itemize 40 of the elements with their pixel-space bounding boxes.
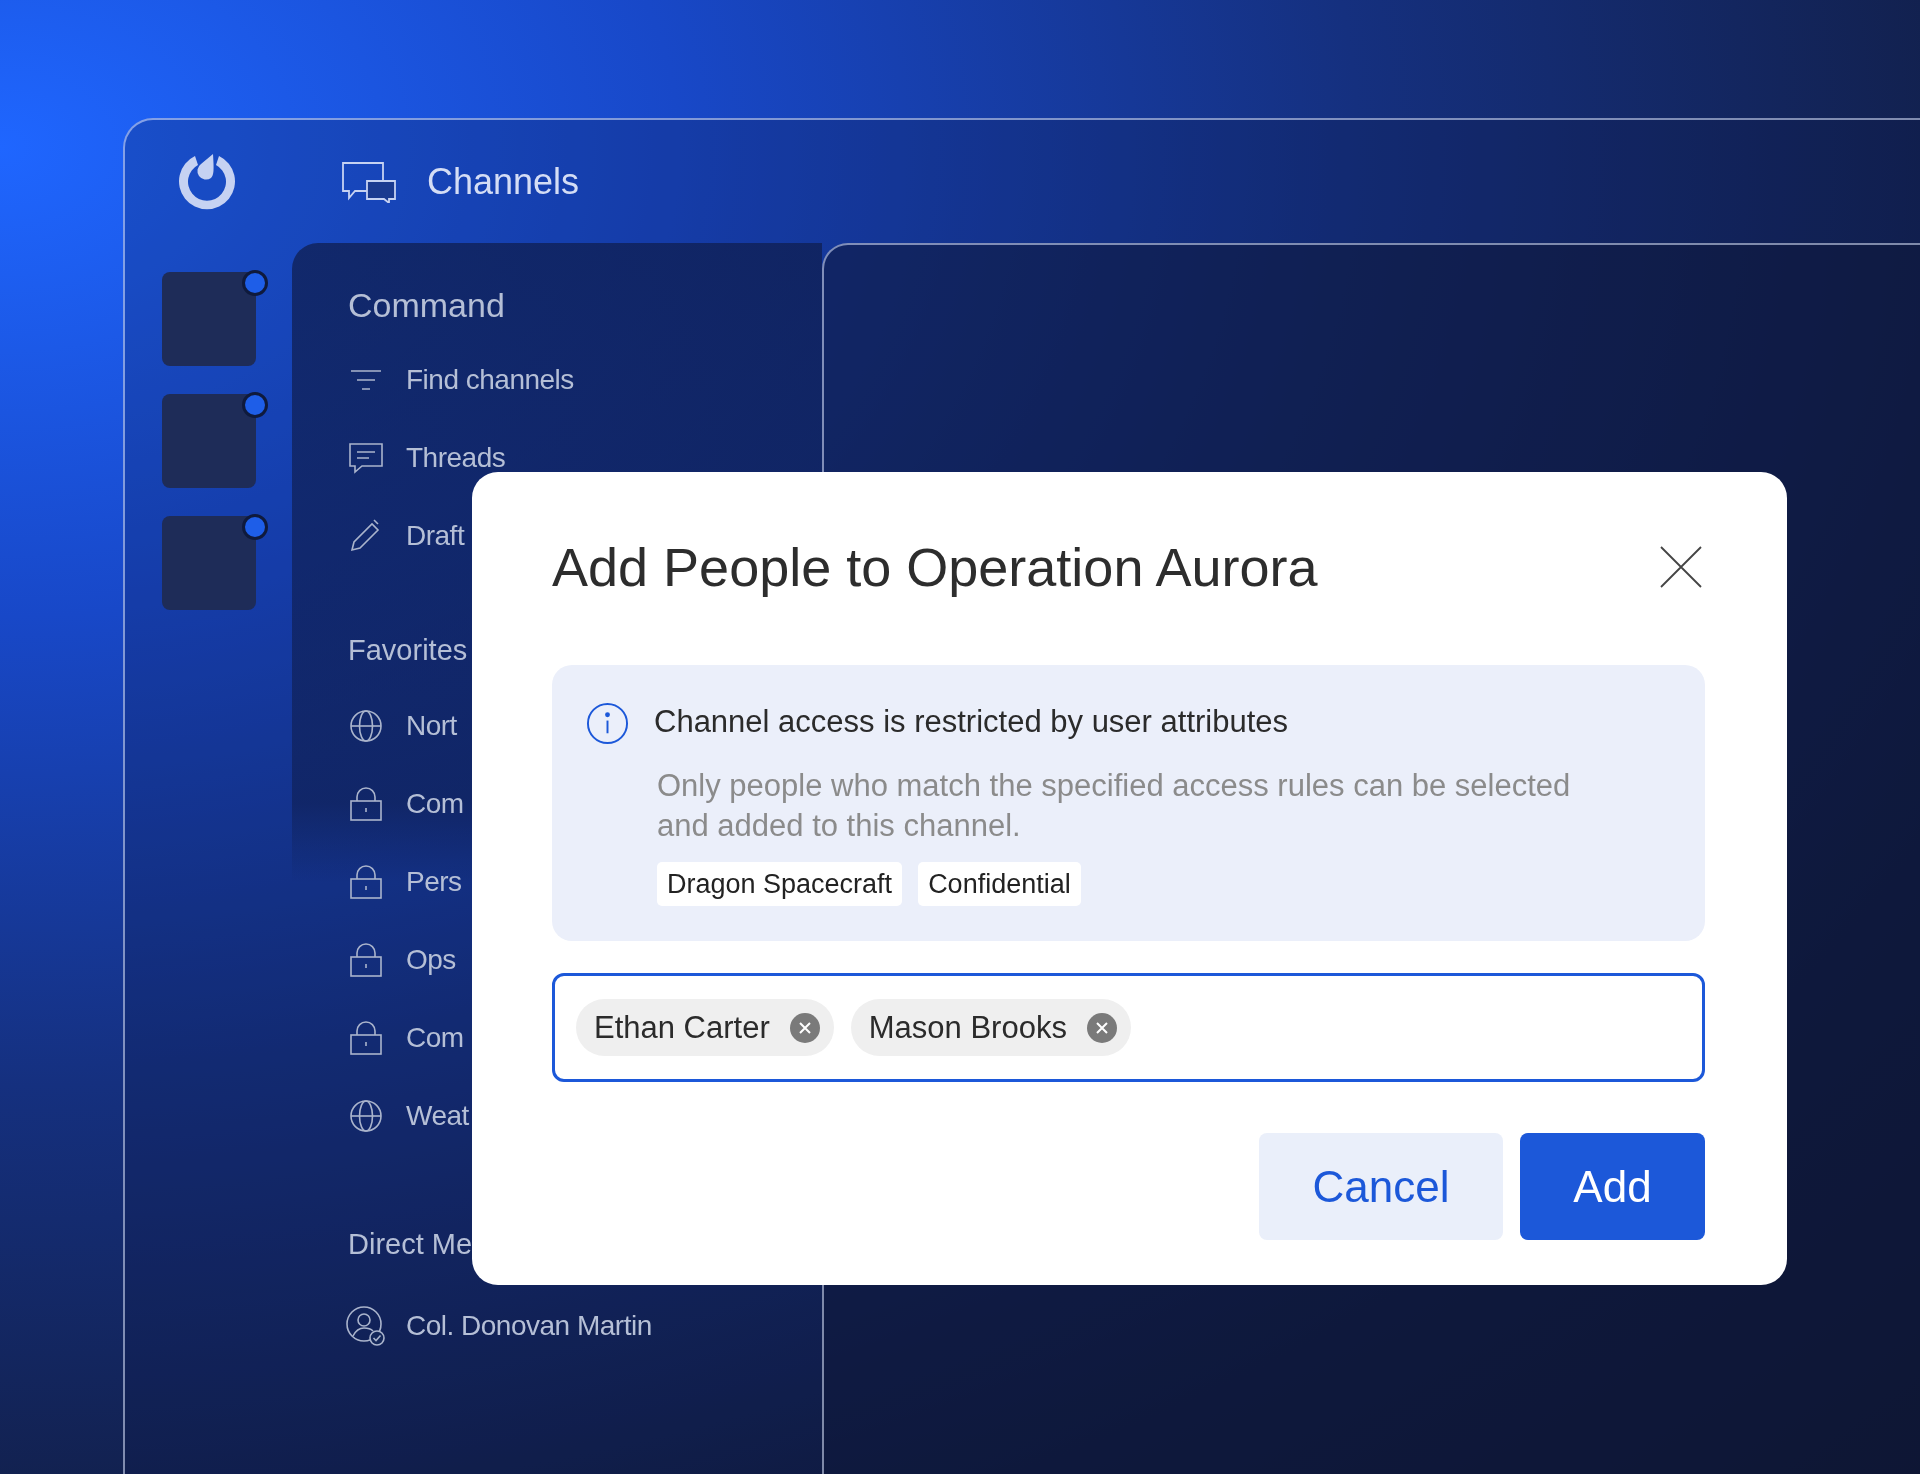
channel-item[interactable]: Com [406, 1022, 464, 1054]
dialog-title: Add People to Operation Aurora [552, 536, 1318, 599]
nav-item[interactable]: Find channels [406, 364, 574, 396]
channel-item[interactable]: Com [406, 788, 464, 820]
info-icon [586, 702, 629, 745]
remove-icon[interactable] [789, 1012, 820, 1043]
channel-item[interactable]: Nort [406, 710, 457, 742]
lock-icon [348, 864, 384, 900]
person-name: Mason Brooks [868, 1009, 1067, 1046]
section-title: Favorites [348, 633, 469, 668]
people-input[interactable]: Ethan Carter Mason Brooks [552, 973, 1705, 1082]
team-tile[interactable] [162, 394, 256, 488]
channel-item[interactable]: Weat [406, 1100, 469, 1132]
attribute-tag: Dragon Spacecraft [657, 862, 903, 906]
app-title: Channels [427, 160, 580, 203]
team-name: Command [348, 285, 506, 326]
lock-icon [348, 1020, 384, 1056]
nav-item[interactable]: Threads [406, 442, 506, 474]
globe-icon [348, 708, 384, 744]
user-check-icon [345, 1305, 387, 1347]
channel-item[interactable]: Ops [406, 944, 456, 976]
close-icon[interactable] [1659, 545, 1703, 589]
globe-icon [348, 1098, 384, 1134]
channel-item[interactable]: Col. Donovan Martin [406, 1310, 652, 1342]
channel-item[interactable]: Pers [406, 866, 462, 898]
channels-icon [341, 160, 397, 203]
cancel-button[interactable]: Cancel [1259, 1133, 1503, 1240]
section-title: Direct Me [348, 1227, 474, 1262]
attribute-tag: Confidential [918, 862, 1081, 906]
remove-icon[interactable] [1086, 1012, 1117, 1043]
person-name: Ethan Carter [594, 1009, 770, 1046]
nav-item[interactable]: Draft [406, 520, 465, 552]
lock-icon [348, 786, 384, 822]
chat-icon [348, 440, 384, 476]
team-tile[interactable] [162, 272, 256, 366]
notice-heading: Channel access is restricted by user attributes [654, 703, 1290, 741]
notice-text: Only people who match the specified access rules can be selected and added to this channel. [657, 767, 1572, 845]
lock-icon [348, 942, 384, 978]
team-tile[interactable] [162, 516, 256, 610]
add-button[interactable]: Add [1520, 1133, 1705, 1240]
